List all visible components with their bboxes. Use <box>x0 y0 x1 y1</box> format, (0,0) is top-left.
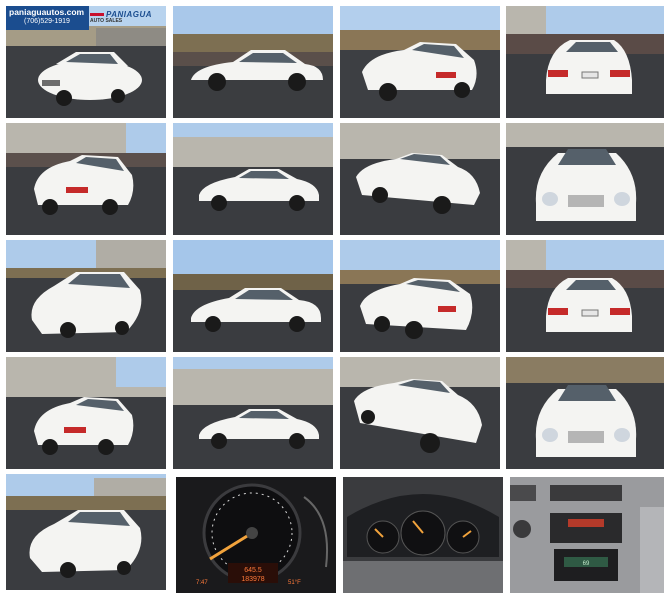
odometer-readout: 183978 <box>241 576 264 583</box>
outside-temp-readout: 51°F <box>288 580 301 586</box>
photo-rear-view-2[interactable] <box>506 240 664 352</box>
climate-display: 69 <box>583 561 590 567</box>
dealer-banner[interactable]: paniaguautos.com (706)529-1919 <box>6 6 89 30</box>
photo-rear-view[interactable] <box>506 6 664 118</box>
photo-center-console[interactable]: 69 <box>510 477 664 593</box>
dealer-website: paniaguautos.com <box>9 7 85 17</box>
trip-odometer: 645.5 <box>244 567 262 574</box>
photo-side-profile-right-2[interactable] <box>173 357 333 469</box>
photo-front-view-2[interactable] <box>506 357 664 469</box>
photo-side-profile-left-2[interactable] <box>173 240 333 352</box>
dealer-logo: PANIAGUA AUTO SALES <box>90 10 152 24</box>
photo-rear-three-quarter-left[interactable] <box>6 123 166 235</box>
photo-rear-three-quarter-left-2[interactable] <box>6 357 166 469</box>
clock-readout: 7:47 <box>196 580 208 586</box>
photo-instrument-cluster[interactable]: 645.5 183978 7:47 51°F <box>176 477 336 593</box>
dealer-phone: (706)529-1919 <box>24 18 70 25</box>
photo-front-three-quarter-right-2[interactable] <box>340 357 500 469</box>
photo-front-view[interactable] <box>506 123 664 235</box>
photo-front-three-quarter-right[interactable] <box>340 123 500 235</box>
photo-side-profile-right[interactable] <box>173 123 333 235</box>
photo-front-three-quarter-left-3[interactable] <box>6 474 166 590</box>
photo-gallery: paniaguautos.com (706)529-1919 PANIAGUA … <box>6 6 664 593</box>
photo-side-profile-left[interactable] <box>173 6 333 118</box>
photo-front-three-quarter-left-2[interactable] <box>6 240 166 352</box>
photo-rear-three-quarter-right-2[interactable] <box>340 240 500 352</box>
photo-dashboard-gauges[interactable] <box>343 477 503 593</box>
photo-rear-three-quarter-right[interactable] <box>340 6 500 118</box>
